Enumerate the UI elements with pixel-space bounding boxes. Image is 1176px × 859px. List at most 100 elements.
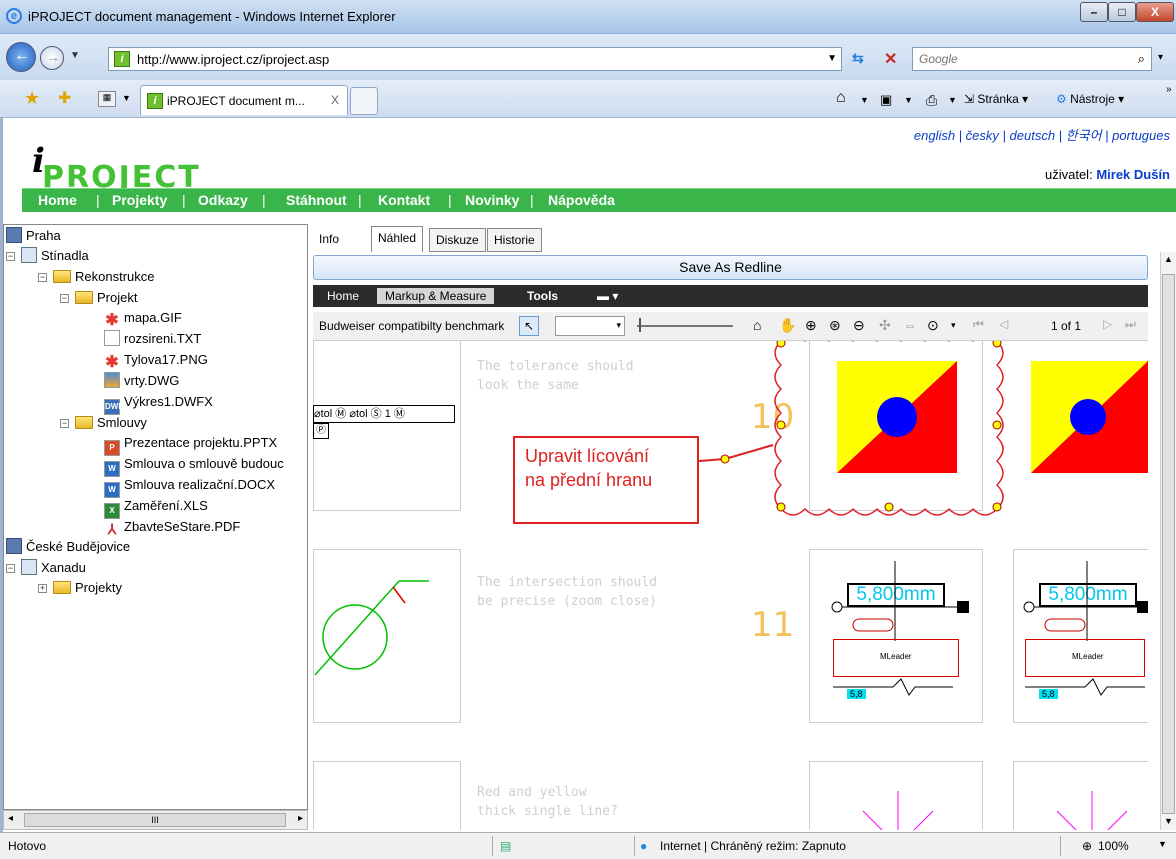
tree-horizontal-scrollbar[interactable]: ◂ III ▸ [3, 810, 308, 830]
nav-kontakt[interactable]: Kontakt [378, 192, 430, 208]
home-view-icon[interactable]: ⌂ [753, 317, 761, 333]
save-as-redline-button[interactable]: Save As Redline [313, 255, 1148, 280]
tree-node[interactable]: − Projekt [60, 289, 137, 307]
zoom-in-icon[interactable]: ⊕ [805, 317, 817, 334]
tab-diskuze[interactable]: Diskuze [429, 228, 486, 252]
nav-odkazy[interactable]: Odkazy [198, 192, 248, 208]
walk-icon[interactable]: ⇔ [903, 317, 917, 333]
collapse-icon[interactable]: − [6, 564, 15, 573]
lang-czech[interactable]: česky [966, 128, 999, 143]
collapse-icon[interactable]: − [60, 294, 69, 303]
nav-novinky[interactable]: Novinky [465, 192, 519, 208]
search-options-icon[interactable]: ▾ [1158, 52, 1163, 63]
drawing-canvas[interactable]: The tolerance should look the same ⌀tol Ⓜ… [313, 340, 1148, 830]
lang-korean[interactable]: 한국어 [1066, 128, 1102, 143]
history-dropdown-icon[interactable]: ▼ [70, 50, 80, 61]
more-chevron-icon[interactable]: » [1166, 84, 1172, 95]
menu-tools[interactable]: Tools [519, 288, 566, 304]
tree-node[interactable]: ✱ mapa.GIF [104, 309, 182, 330]
tree-node[interactable]: − Xanadu [6, 559, 86, 577]
iproject-logo[interactable]: i PROJECT [30, 138, 250, 195]
lang-portuguese[interactable]: portugues [1112, 128, 1170, 143]
nav-projekty[interactable]: Projekty [112, 192, 167, 208]
quick-tabs-icon[interactable]: ▦ [98, 91, 116, 107]
tab-nahled[interactable]: Náhled [371, 226, 424, 252]
tree-node[interactable]: − Rekonstrukce [38, 268, 154, 286]
last-page-icon[interactable]: ⏭ [1125, 317, 1136, 332]
tree-node[interactable]: Praha [6, 227, 61, 245]
maximize-button[interactable]: □ [1108, 2, 1136, 22]
forward-button[interactable]: → [40, 46, 64, 70]
markup-textbox[interactable]: Upravit lícování na přední hranu [513, 436, 699, 524]
tree-node[interactable]: − Stínadla [6, 247, 89, 265]
menu-home[interactable]: Home [319, 288, 367, 304]
tree-node[interactable]: ✱ Tylova17.PNG [104, 351, 208, 372]
expand-icon[interactable]: + [38, 584, 47, 593]
tab-historie[interactable]: Historie [487, 228, 542, 252]
back-button[interactable]: ← [6, 42, 36, 72]
tab-close-icon[interactable]: X [331, 93, 339, 107]
feeds-icon[interactable]: ▣ [880, 92, 892, 108]
print-icon[interactable]: ⎙ [926, 92, 937, 109]
select-cursor-icon[interactable]: ↖ [519, 316, 539, 336]
tree-node[interactable]: České Budějovice [6, 538, 130, 556]
tree-node[interactable]: vrty.DWG [104, 372, 179, 390]
nav-napoveda[interactable]: Nápověda [548, 192, 615, 208]
home-dropdown-icon[interactable]: ▼ [860, 95, 869, 105]
tree-node[interactable]: + Projekty [38, 579, 122, 597]
print-dropdown-icon[interactable]: ▼ [948, 95, 957, 105]
collapse-icon[interactable]: − [38, 273, 47, 282]
scroll-thumb[interactable] [1162, 274, 1175, 814]
nav-stahnout[interactable]: Stáhnout [286, 192, 347, 208]
minimize-button[interactable]: – [1080, 2, 1108, 22]
view-cube-icon[interactable]: ⊙ [927, 317, 939, 334]
zoom-dropdown-icon[interactable]: ▼ [1158, 839, 1167, 849]
stop-icon[interactable]: ✕ [884, 49, 897, 69]
feeds-dropdown-icon[interactable]: ▼ [904, 95, 913, 105]
tree-node[interactable]: − Smlouvy [60, 414, 147, 432]
search-icon[interactable]: ⌕ [1138, 51, 1145, 67]
view-dropdown-icon[interactable]: ▾ [951, 320, 956, 331]
nav-home[interactable]: Home [38, 192, 77, 208]
collapse-icon[interactable]: − [60, 419, 69, 428]
tree-node[interactable]: DWFVýkres1.DWFX [104, 393, 213, 415]
tab-list-icon[interactable]: ▼ [122, 93, 131, 103]
tree-node[interactable]: W Smlouva o smlouvě budouc [104, 455, 284, 477]
prev-page-icon[interactable]: ◁ [999, 317, 1008, 331]
security-zone[interactable]: Internet | Chráněný režim: Zapnuto [660, 839, 846, 853]
url-dropdown-icon[interactable]: ▼ [827, 53, 837, 64]
home-icon[interactable]: ⌂ [836, 89, 846, 107]
scroll-thumb[interactable]: III [24, 813, 286, 827]
zoom-slider[interactable] [637, 325, 733, 327]
viewer-vertical-scrollbar[interactable]: ▲ ▼ [1160, 252, 1176, 830]
menu-markup-measure[interactable]: Markup & Measure [377, 288, 495, 304]
refresh-icon[interactable]: ⇆ [852, 50, 864, 67]
zoom-level[interactable]: 100% [1098, 839, 1129, 853]
zoom-window-icon[interactable]: ⊛ [829, 317, 841, 334]
tree-node[interactable]: rozsireni.TXT [104, 330, 201, 348]
revision-cloud[interactable] [769, 340, 1013, 527]
orbit-icon[interactable]: ✣ [879, 317, 891, 334]
tree-node[interactable]: W Smlouva realizační.DOCX [104, 476, 275, 498]
tools-menu[interactable]: ⚙ Nástroje ▾ [1056, 92, 1124, 106]
next-page-icon[interactable]: ▷ [1103, 317, 1112, 331]
collapse-icon[interactable]: − [6, 252, 15, 261]
add-favorite-icon[interactable]: ✚ [58, 88, 71, 108]
tree-node[interactable]: P Prezentace projektu.PPTX [104, 434, 277, 456]
pan-hand-icon[interactable]: ✋ [779, 317, 796, 334]
layer-select[interactable]: ▾ [555, 316, 625, 336]
new-tab-button[interactable] [350, 87, 378, 115]
tab-info[interactable]: Info [313, 228, 365, 252]
scroll-down-icon[interactable]: ▼ [1164, 816, 1173, 826]
lang-english[interactable]: english [914, 128, 955, 143]
lang-german[interactable]: deutsch [1010, 128, 1056, 143]
favorites-star-icon[interactable]: ★ [24, 88, 40, 109]
search-input[interactable]: Google ⌕ [912, 47, 1152, 71]
close-button[interactable]: X [1136, 2, 1174, 22]
zoom-previous-icon[interactable]: ⊖ [853, 317, 865, 334]
page-menu[interactable]: ⇲ Stránka ▾ [964, 92, 1028, 106]
tree-node[interactable]: X Zaměření.XLS [104, 497, 208, 519]
url-field[interactable]: i http://www.iproject.cz/iproject.asp ▼ [108, 47, 842, 71]
scroll-up-icon[interactable]: ▲ [1164, 254, 1173, 264]
zoom-slider-handle[interactable] [639, 318, 641, 332]
